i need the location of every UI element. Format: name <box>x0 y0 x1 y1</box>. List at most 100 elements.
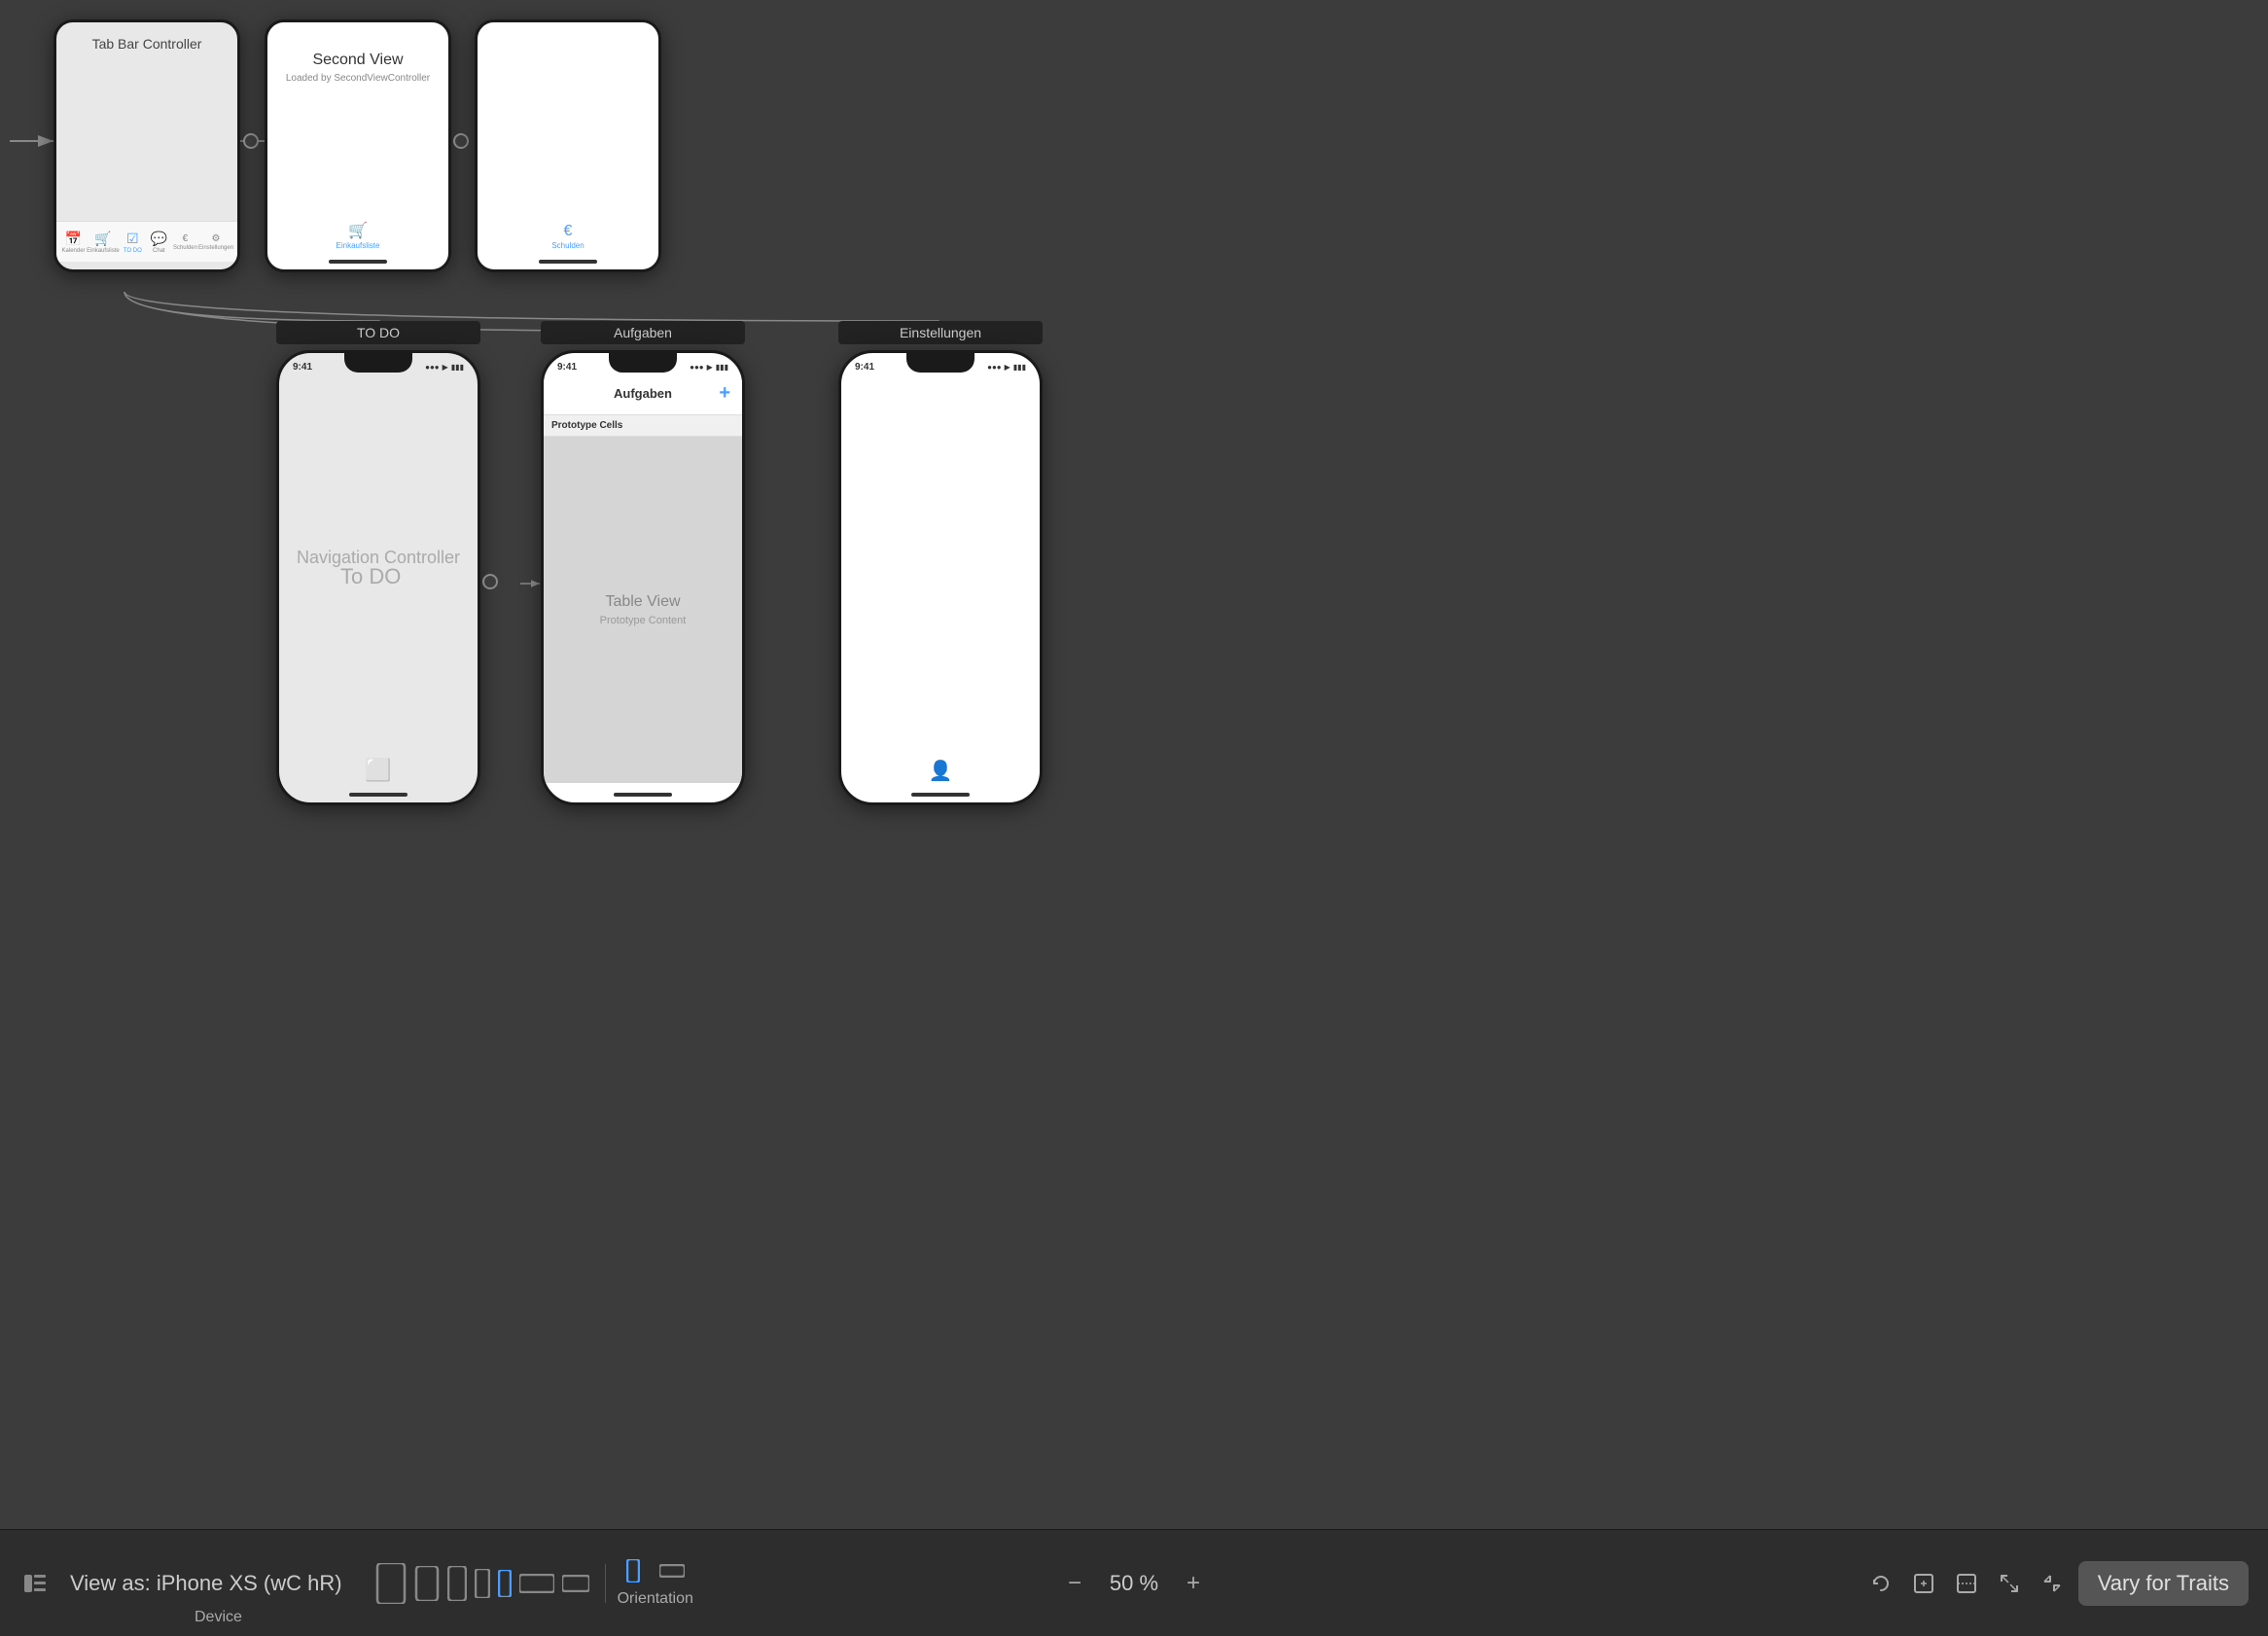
tab-einkaufsliste-label: Einkaufsliste <box>87 248 120 254</box>
todo-navigation-scene: TO DO 9:41 ●●●▶▮▮▮ Navigation Controller… <box>276 321 480 805</box>
tab-kalender-label: Kalender <box>62 248 86 254</box>
orientation-section: Orientation <box>618 1559 693 1608</box>
tab-chat-label: Chat <box>153 248 165 254</box>
einkaufsliste-bottom: 🛒 Einkaufsliste <box>337 221 380 250</box>
einstellungen-scene: Einstellungen 9:41 ●●●▶▮▮▮ 👤 <box>838 321 1043 805</box>
home-indicator-3 <box>539 260 597 264</box>
home-indicator-aufgaben <box>614 793 672 797</box>
compress-button[interactable] <box>2036 1567 2069 1600</box>
device-selector: Orientation <box>372 1559 693 1608</box>
connector-circle-nav <box>482 574 498 589</box>
status-icons-aufgaben: ●●●▶▮▮▮ <box>690 363 728 372</box>
table-view-label: Table View <box>605 593 680 611</box>
connector-circle-2 <box>453 133 469 149</box>
expand-icon <box>1999 1573 2020 1594</box>
einstellungen-scene-header: Einstellungen <box>838 321 1043 344</box>
resize-button[interactable] <box>1950 1567 1983 1600</box>
landscape-orientation-icon[interactable] <box>659 1564 685 1578</box>
tab-schulden-label: Schulden <box>173 245 197 251</box>
fit-icon <box>1913 1573 1934 1594</box>
vary-for-traits-button[interactable]: Vary for Traits <box>2078 1561 2249 1606</box>
aufgaben-nav-bar: Aufgaben + <box>544 373 742 415</box>
aufgaben-mockup: 9:41 ●●●▶▮▮▮ Aufgaben + Prototype Cells … <box>541 350 745 805</box>
tab-bar-controller-scene: Tab Bar Controller 📅 Kalender 🛒 Einkaufs… <box>53 19 240 272</box>
iphone-small-icon[interactable] <box>519 1574 554 1593</box>
view-as-label: View as: iPhone XS (wC hR) <box>70 1571 342 1596</box>
orientation-icons <box>620 1559 691 1583</box>
ipad-large-icon[interactable] <box>375 1563 407 1604</box>
iphone-large-icon[interactable] <box>447 1566 467 1601</box>
fit-to-screen-button[interactable] <box>1907 1567 1940 1600</box>
schulden-icon: € <box>183 233 189 244</box>
sidebar-icon <box>24 1575 46 1592</box>
expand-button[interactable] <box>1993 1567 2026 1600</box>
second-view-title: Second View <box>277 52 439 69</box>
portrait-orientation-icon[interactable] <box>626 1559 640 1583</box>
toolbar-left: View as: iPhone XS (wC hR) <box>19 1568 342 1599</box>
orientation-label: Orientation <box>618 1590 693 1608</box>
resize-icon <box>1956 1573 1977 1594</box>
iphone-medium-icon[interactable] <box>475 1569 490 1598</box>
tab-bar: 📅 Kalender 🛒 Einkaufsliste ☑ TO DO 💬 Cha… <box>56 221 237 262</box>
tab-schulden: € Schulden <box>172 233 198 251</box>
compress-icon <box>2041 1573 2063 1594</box>
home-indicator-todo <box>349 793 408 797</box>
schulden-bottom: € Schulden <box>551 223 584 250</box>
aufgaben-scene: Aufgaben 9:41 ●●●▶▮▮▮ Aufgaben + Prototy… <box>541 321 745 805</box>
aufgaben-scene-header: Aufgaben <box>541 321 745 344</box>
status-time-todo: 9:41 <box>293 362 312 373</box>
iphone-xs-icon[interactable] <box>562 1575 589 1592</box>
aufgaben-plus-button[interactable]: + <box>719 382 730 405</box>
iphone-active-icon[interactable] <box>498 1570 512 1597</box>
undo-button[interactable] <box>1864 1567 1897 1600</box>
status-time-aufgaben: 9:41 <box>557 362 577 373</box>
todo-icon: ☑ <box>126 231 139 247</box>
todo-scene-header: TO DO <box>276 321 480 344</box>
tab-einkaufsliste: 🛒 Einkaufsliste <box>87 231 120 254</box>
einstellungen-person-icon: 👤 <box>929 759 953 783</box>
status-icons-todo: ●●●▶▮▮▮ <box>425 363 464 372</box>
third-view-mockup: € Schulden <box>475 19 661 272</box>
third-view-scene: € Schulden <box>475 19 661 272</box>
connector-circle-1 <box>243 133 259 149</box>
tab-chat: 💬 Chat <box>146 231 172 254</box>
home-indicator-einstellungen <box>911 793 970 797</box>
zoom-controls: − 50 % + <box>1060 1569 1208 1598</box>
table-view-content: Table View Prototype Content <box>544 437 742 783</box>
tab-bar-controller-mockup: Tab Bar Controller 📅 Kalender 🛒 Einkaufs… <box>53 19 240 272</box>
prototype-cells-label: Prototype Cells <box>551 420 622 431</box>
second-view-scene: Second View Loaded by SecondViewControll… <box>265 19 451 272</box>
tab-bar-controller-title: Tab Bar Controller <box>66 36 228 52</box>
toolbar-divider <box>605 1564 606 1603</box>
zoom-level-label: 50 % <box>1105 1571 1163 1596</box>
second-view-mockup: Second View Loaded by SecondViewControll… <box>265 19 451 272</box>
einstellungen-mockup: 9:41 ●●●▶▮▮▮ 👤 <box>838 350 1043 805</box>
schulden-bottom-label: Schulden <box>551 241 584 250</box>
todo-bottom-icon: ⬜ <box>365 758 391 783</box>
notch-einstellungen <box>906 353 975 373</box>
status-icons-einstellungen: ●●●▶▮▮▮ <box>987 363 1026 372</box>
schulden-bottom-icon-glyph: € <box>564 223 573 240</box>
tab-einstellungen: ⚙ Einstellungen <box>198 233 233 251</box>
nav-controller-label: Navigation Controller <box>279 373 478 742</box>
todo-canvas-label: To DO <box>340 564 401 589</box>
second-view-subtitle: Loaded by SecondViewController <box>277 73 439 84</box>
einstellungen-icon: ⚙ <box>212 233 221 244</box>
einkaufsliste-bottom-label: Einkaufsliste <box>337 241 380 250</box>
undo-icon <box>1870 1573 1892 1594</box>
ipad-medium-icon[interactable] <box>414 1566 440 1601</box>
chat-icon: 💬 <box>151 231 167 247</box>
tab-todo-label: TO DO <box>124 248 142 254</box>
zoom-in-button[interactable]: + <box>1179 1569 1208 1598</box>
tab-kalender: 📅 Kalender <box>60 231 87 254</box>
home-indicator-2 <box>329 260 387 264</box>
storyboard-canvas[interactable]: Tab Bar Controller 📅 Kalender 🛒 Einkaufs… <box>0 0 2268 1529</box>
device-label: Device <box>195 1609 242 1626</box>
status-time-einstellungen: 9:41 <box>855 362 874 373</box>
zoom-out-button[interactable]: − <box>1060 1569 1089 1598</box>
prototype-cells-bar: Prototype Cells <box>544 415 742 437</box>
bottom-toolbar: View as: iPhone XS (wC hR) <box>0 1529 2268 1636</box>
kalender-icon: 📅 <box>65 231 82 247</box>
sidebar-toggle-button[interactable] <box>19 1568 51 1599</box>
tab-einstellungen-label: Einstellungen <box>198 245 233 251</box>
